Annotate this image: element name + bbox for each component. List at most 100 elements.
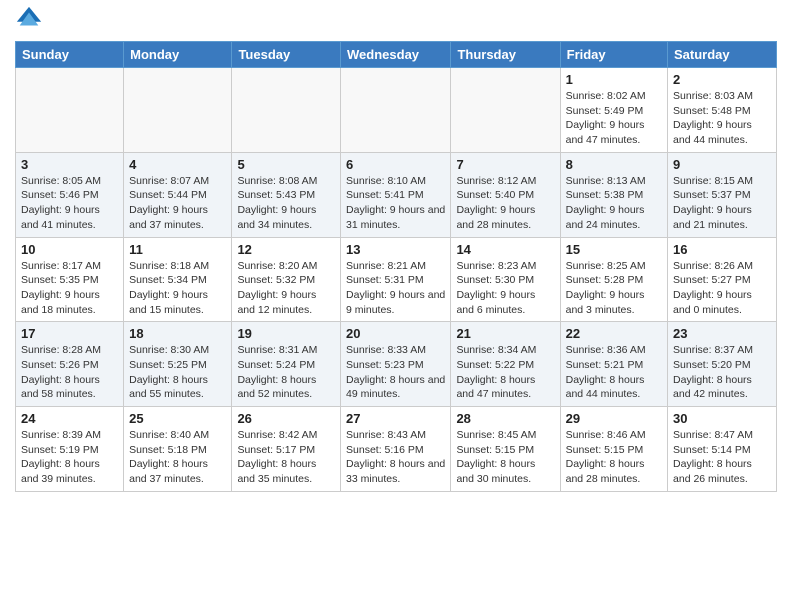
day-info: Sunrise: 8:36 AM Sunset: 5:21 PM Dayligh… <box>566 343 662 402</box>
day-cell-23: 23 Sunrise: 8:37 AM Sunset: 5:20 PM Dayli… <box>668 322 777 407</box>
day-cell-28: 28 Sunrise: 8:45 AM Sunset: 5:15 PM Dayli… <box>451 407 560 492</box>
day-cell-empty-0-0 <box>16 68 124 153</box>
day-number: 15 <box>566 242 662 257</box>
day-info: Sunrise: 8:08 AM Sunset: 5:43 PM Dayligh… <box>237 174 335 233</box>
week-row-4: 17Sunrise: 8:28 AM Sunset: 5:26 PM Dayli… <box>16 322 777 407</box>
day-cell-1: 1 Sunrise: 8:02 AM Sunset: 5:49 PM Daylig… <box>560 68 667 153</box>
day-number: 8 <box>566 157 662 172</box>
day-info: Sunrise: 8:33 AM Sunset: 5:23 PM Dayligh… <box>346 343 445 402</box>
day-number: 27 <box>346 411 445 426</box>
day-info: Sunrise: 8:20 AM Sunset: 5:32 PM Dayligh… <box>237 259 335 318</box>
week-row-1: 1 Sunrise: 8:02 AM Sunset: 5:49 PM Daylig… <box>16 68 777 153</box>
day-number: 1 <box>566 72 662 87</box>
day-cell-9: 9 Sunrise: 8:15 AM Sunset: 5:37 PM Daylig… <box>668 152 777 237</box>
day-number: 21 <box>456 326 554 341</box>
day-cell-21: 21 Sunrise: 8:34 AM Sunset: 5:22 PM Dayli… <box>451 322 560 407</box>
day-info: Sunrise: 8:05 AM Sunset: 5:46 PM Dayligh… <box>21 174 118 233</box>
day-number: 18 <box>129 326 226 341</box>
day-info: Sunrise: 8:30 AM Sunset: 5:25 PM Dayligh… <box>129 343 226 402</box>
day-number: 3 <box>21 157 118 172</box>
day-number: 7 <box>456 157 554 172</box>
day-info: Sunrise: 8:45 AM Sunset: 5:15 PM Dayligh… <box>456 428 554 487</box>
main-container: SundayMondayTuesdayWednesdayThursdayFrid… <box>0 0 792 502</box>
day-info: Sunrise: 8:40 AM Sunset: 5:18 PM Dayligh… <box>129 428 226 487</box>
day-number: 6 <box>346 157 445 172</box>
day-number: 13 <box>346 242 445 257</box>
header <box>15 10 777 33</box>
calendar: SundayMondayTuesdayWednesdayThursdayFrid… <box>15 41 777 492</box>
day-number: 16 <box>673 242 771 257</box>
week-row-3: 10 Sunrise: 8:17 AM Sunset: 5:35 PM Dayli… <box>16 237 777 322</box>
day-info: Sunrise: 8:10 AM Sunset: 5:41 PM Dayligh… <box>346 174 445 233</box>
day-number: 22 <box>566 326 662 341</box>
day-cell-empty-0-2 <box>232 68 341 153</box>
day-info: Sunrise: 8:07 AM Sunset: 5:44 PM Dayligh… <box>129 174 226 233</box>
week-row-5: 24 Sunrise: 8:39 AM Sunset: 5:19 PM Dayli… <box>16 407 777 492</box>
day-cell-17: 17Sunrise: 8:28 AM Sunset: 5:26 PM Dayli… <box>16 322 124 407</box>
day-number: 24 <box>21 411 118 426</box>
day-info: Sunrise: 8:42 AM Sunset: 5:17 PM Dayligh… <box>237 428 335 487</box>
day-cell-26: 26 Sunrise: 8:42 AM Sunset: 5:17 PM Dayli… <box>232 407 341 492</box>
day-info: Sunrise: 8:43 AM Sunset: 5:16 PM Dayligh… <box>346 428 445 487</box>
day-info: Sunrise: 8:21 AM Sunset: 5:31 PM Dayligh… <box>346 259 445 318</box>
day-cell-empty-0-3 <box>341 68 451 153</box>
day-info: Sunrise: 8:31 AM Sunset: 5:24 PM Dayligh… <box>237 343 335 402</box>
day-number: 11 <box>129 242 226 257</box>
day-cell-12: 12 Sunrise: 8:20 AM Sunset: 5:32 PM Dayli… <box>232 237 341 322</box>
day-cell-7: 7 Sunrise: 8:12 AM Sunset: 5:40 PM Daylig… <box>451 152 560 237</box>
day-cell-3: 3 Sunrise: 8:05 AM Sunset: 5:46 PM Daylig… <box>16 152 124 237</box>
day-number: 29 <box>566 411 662 426</box>
day-number: 12 <box>237 242 335 257</box>
day-info: Sunrise: 8:23 AM Sunset: 5:30 PM Dayligh… <box>456 259 554 318</box>
day-cell-15: 15 Sunrise: 8:25 AM Sunset: 5:28 PM Dayli… <box>560 237 667 322</box>
day-cell-25: 25 Sunrise: 8:40 AM Sunset: 5:18 PM Dayli… <box>124 407 232 492</box>
day-cell-22: 22 Sunrise: 8:36 AM Sunset: 5:21 PM Dayli… <box>560 322 667 407</box>
day-info: Sunrise: 8:34 AM Sunset: 5:22 PM Dayligh… <box>456 343 554 402</box>
day-info: Sunrise: 8:37 AM Sunset: 5:20 PM Dayligh… <box>673 343 771 402</box>
day-cell-empty-0-4 <box>451 68 560 153</box>
day-cell-14: 14 Sunrise: 8:23 AM Sunset: 5:30 PM Dayli… <box>451 237 560 322</box>
logo-icon <box>15 5 43 33</box>
day-info: Sunrise: 8:17 AM Sunset: 5:35 PM Dayligh… <box>21 259 118 318</box>
logo <box>15 10 47 33</box>
weekday-header-wednesday: Wednesday <box>341 42 451 68</box>
day-number: 25 <box>129 411 226 426</box>
day-info: Sunrise: 8:03 AM Sunset: 5:48 PM Dayligh… <box>673 89 771 148</box>
day-number: 19 <box>237 326 335 341</box>
day-cell-8: 8 Sunrise: 8:13 AM Sunset: 5:38 PM Daylig… <box>560 152 667 237</box>
day-info: Sunrise: 8:18 AM Sunset: 5:34 PM Dayligh… <box>129 259 226 318</box>
weekday-header-tuesday: Tuesday <box>232 42 341 68</box>
day-info: Sunrise: 8:13 AM Sunset: 5:38 PM Dayligh… <box>566 174 662 233</box>
weekday-header-monday: Monday <box>124 42 232 68</box>
day-cell-11: 11 Sunrise: 8:18 AM Sunset: 5:34 PM Dayli… <box>124 237 232 322</box>
day-cell-20: 20 Sunrise: 8:33 AM Sunset: 5:23 PM Dayli… <box>341 322 451 407</box>
week-row-2: 3 Sunrise: 8:05 AM Sunset: 5:46 PM Daylig… <box>16 152 777 237</box>
day-number: 20 <box>346 326 445 341</box>
day-info: Sunrise: 8:12 AM Sunset: 5:40 PM Dayligh… <box>456 174 554 233</box>
weekday-header-sunday: Sunday <box>16 42 124 68</box>
day-info: Sunrise: 8:39 AM Sunset: 5:19 PM Dayligh… <box>21 428 118 487</box>
day-info: Sunrise: 8:25 AM Sunset: 5:28 PM Dayligh… <box>566 259 662 318</box>
day-number: 23 <box>673 326 771 341</box>
day-number: 4 <box>129 157 226 172</box>
day-number: 2 <box>673 72 771 87</box>
day-number: 14 <box>456 242 554 257</box>
day-number: 28 <box>456 411 554 426</box>
day-info: Sunrise: 8:15 AM Sunset: 5:37 PM Dayligh… <box>673 174 771 233</box>
day-cell-10: 10 Sunrise: 8:17 AM Sunset: 5:35 PM Dayli… <box>16 237 124 322</box>
day-info: Sunrise: 8:26 AM Sunset: 5:27 PM Dayligh… <box>673 259 771 318</box>
weekday-header-thursday: Thursday <box>451 42 560 68</box>
day-number: 26 <box>237 411 335 426</box>
day-number: 10 <box>21 242 118 257</box>
day-number: 9 <box>673 157 771 172</box>
day-info: Sunrise: 8:02 AM Sunset: 5:49 PM Dayligh… <box>566 89 662 148</box>
day-cell-16: 16 Sunrise: 8:26 AM Sunset: 5:27 PM Dayli… <box>668 237 777 322</box>
day-cell-6: 6 Sunrise: 8:10 AM Sunset: 5:41 PM Daylig… <box>341 152 451 237</box>
day-cell-2: 2 Sunrise: 8:03 AM Sunset: 5:48 PM Daylig… <box>668 68 777 153</box>
day-cell-4: 4 Sunrise: 8:07 AM Sunset: 5:44 PM Daylig… <box>124 152 232 237</box>
day-cell-18: 18 Sunrise: 8:30 AM Sunset: 5:25 PM Dayli… <box>124 322 232 407</box>
day-number: 5 <box>237 157 335 172</box>
day-cell-5: 5 Sunrise: 8:08 AM Sunset: 5:43 PM Daylig… <box>232 152 341 237</box>
weekday-header-row: SundayMondayTuesdayWednesdayThursdayFrid… <box>16 42 777 68</box>
day-cell-19: 19 Sunrise: 8:31 AM Sunset: 5:24 PM Dayli… <box>232 322 341 407</box>
